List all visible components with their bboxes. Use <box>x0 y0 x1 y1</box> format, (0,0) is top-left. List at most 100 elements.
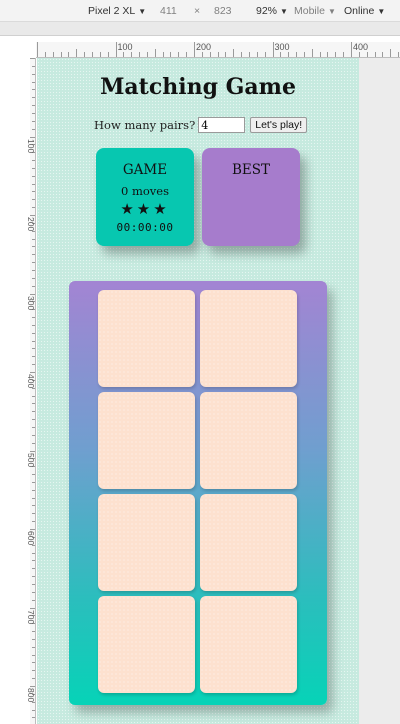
ruler-tick <box>311 49 313 57</box>
ruler-label: 100 <box>26 138 36 153</box>
ruler-tick <box>60 52 62 57</box>
ruler-label: 300 <box>26 295 36 310</box>
ruler-tick <box>178 52 180 57</box>
ruler-tick <box>272 42 274 57</box>
media-query-bar[interactable] <box>0 22 400 36</box>
ruler-label: 400 <box>26 374 36 389</box>
ruler-tick <box>115 42 117 57</box>
device-toolbar: Pixel 2 XL ▼ 411 × 823 92% ▼ Mobile ▼ Onlin… <box>0 0 400 22</box>
ruler-tick <box>398 52 400 57</box>
memory-card[interactable] <box>200 392 297 489</box>
caret-down-icon: ▼ <box>327 7 336 16</box>
ruler-tick <box>280 52 282 57</box>
ruler-tick <box>256 52 258 57</box>
ruler-label: 800 <box>26 688 36 703</box>
device-name: Pixel 2 XL <box>88 5 136 17</box>
play-button[interactable]: Let's play! <box>250 117 308 133</box>
caret-down-icon: ▼ <box>138 7 147 16</box>
ruler-tick <box>162 52 164 57</box>
ruler-label: 400 <box>353 42 369 52</box>
pairs-label: How many pairs? <box>94 118 196 132</box>
ruler-label: 300 <box>274 42 290 52</box>
ruler-label: 500 <box>26 452 36 467</box>
ruler-tick <box>37 42 38 57</box>
ruler-tick <box>209 52 211 57</box>
memory-card[interactable] <box>200 494 297 591</box>
ruler-tick <box>154 49 156 57</box>
memory-card[interactable] <box>200 290 297 387</box>
dimension-separator: × <box>194 5 201 17</box>
ruler-tick <box>248 52 250 57</box>
memory-card[interactable] <box>98 596 195 693</box>
ruler-tick <box>288 52 290 57</box>
pairs-form: How many pairs? Let's play! <box>94 116 308 134</box>
ruler-tick <box>303 52 305 57</box>
memory-card[interactable] <box>98 290 195 387</box>
width-field[interactable]: 411 <box>160 5 177 17</box>
game-timer: 00:00:00 <box>116 221 174 234</box>
ruler-tick <box>358 52 360 57</box>
ruler-tick <box>233 49 235 57</box>
ruler-tick <box>84 52 86 57</box>
caret-down-icon: ▼ <box>280 7 288 16</box>
page-viewport: Matching Game How many pairs? Let's play… <box>37 58 359 724</box>
ruler-tick <box>146 52 148 57</box>
ruler-tick <box>319 52 321 57</box>
ruler-tick <box>91 52 93 57</box>
horizontal-ruler: 100 200 300 400 <box>36 42 400 58</box>
ruler-tick <box>68 52 70 57</box>
moves-counter: 0 moves <box>120 184 169 198</box>
best-panel: BEST <box>202 148 300 246</box>
ruler-label: 200 <box>26 217 36 232</box>
mode-select[interactable]: Mobile ▼ <box>294 5 336 17</box>
caret-down-icon: ▼ <box>377 7 386 16</box>
mode-value: Mobile <box>294 5 325 17</box>
ruler-label: 600 <box>26 531 36 546</box>
height-field[interactable]: 823 <box>214 5 232 17</box>
ruler-tick <box>264 52 266 57</box>
ruler-tick <box>123 52 125 57</box>
ruler-tick <box>44 52 46 57</box>
ruler-tick <box>131 52 133 57</box>
card-board <box>69 281 327 705</box>
ruler-tick <box>351 42 352 57</box>
ruler-tick <box>170 52 172 57</box>
ruler-tick <box>327 52 329 57</box>
ruler-label: 100 <box>117 42 133 52</box>
network-select[interactable]: Online ▼ <box>344 5 385 17</box>
zoom-select[interactable]: 92% ▼ <box>256 5 288 17</box>
ruler-tick <box>382 52 384 57</box>
ruler-tick <box>241 52 243 57</box>
network-value: Online <box>344 5 375 17</box>
best-panel-title: BEST <box>231 162 271 178</box>
ruler-tick <box>194 42 195 57</box>
emulator-gutter <box>359 58 400 724</box>
pairs-input[interactable] <box>198 117 246 133</box>
ruler-tick <box>225 52 227 57</box>
ruler-tick <box>335 52 337 57</box>
ruler-tick <box>217 52 219 57</box>
game-panel: GAME 0 moves ★★★ 00:00:00 <box>96 148 194 246</box>
memory-card[interactable] <box>98 494 195 591</box>
ruler-tick <box>296 52 298 57</box>
ruler-tick <box>374 52 376 57</box>
ruler-tick <box>343 52 345 57</box>
ruler-tick <box>52 52 54 57</box>
ruler-label: 200 <box>196 42 212 52</box>
ruler-tick <box>186 52 188 57</box>
ruler-tick <box>76 49 78 57</box>
ruler-tick <box>139 52 141 57</box>
star-rating-icon: ★★★ <box>120 200 170 218</box>
ruler-tick <box>201 52 203 57</box>
ruler-tick <box>390 49 392 57</box>
device-select[interactable]: Pixel 2 XL ▼ <box>88 5 146 17</box>
memory-card[interactable] <box>98 392 195 489</box>
zoom-value: 92% <box>256 5 278 17</box>
ruler-tick <box>99 52 101 57</box>
ruler-tick <box>366 52 368 57</box>
ruler-label: 700 <box>26 609 36 624</box>
memory-card[interactable] <box>200 596 297 693</box>
ruler-tick <box>107 52 109 57</box>
page-title: Matching Game <box>100 74 296 100</box>
game-panel-title: GAME <box>122 162 168 178</box>
